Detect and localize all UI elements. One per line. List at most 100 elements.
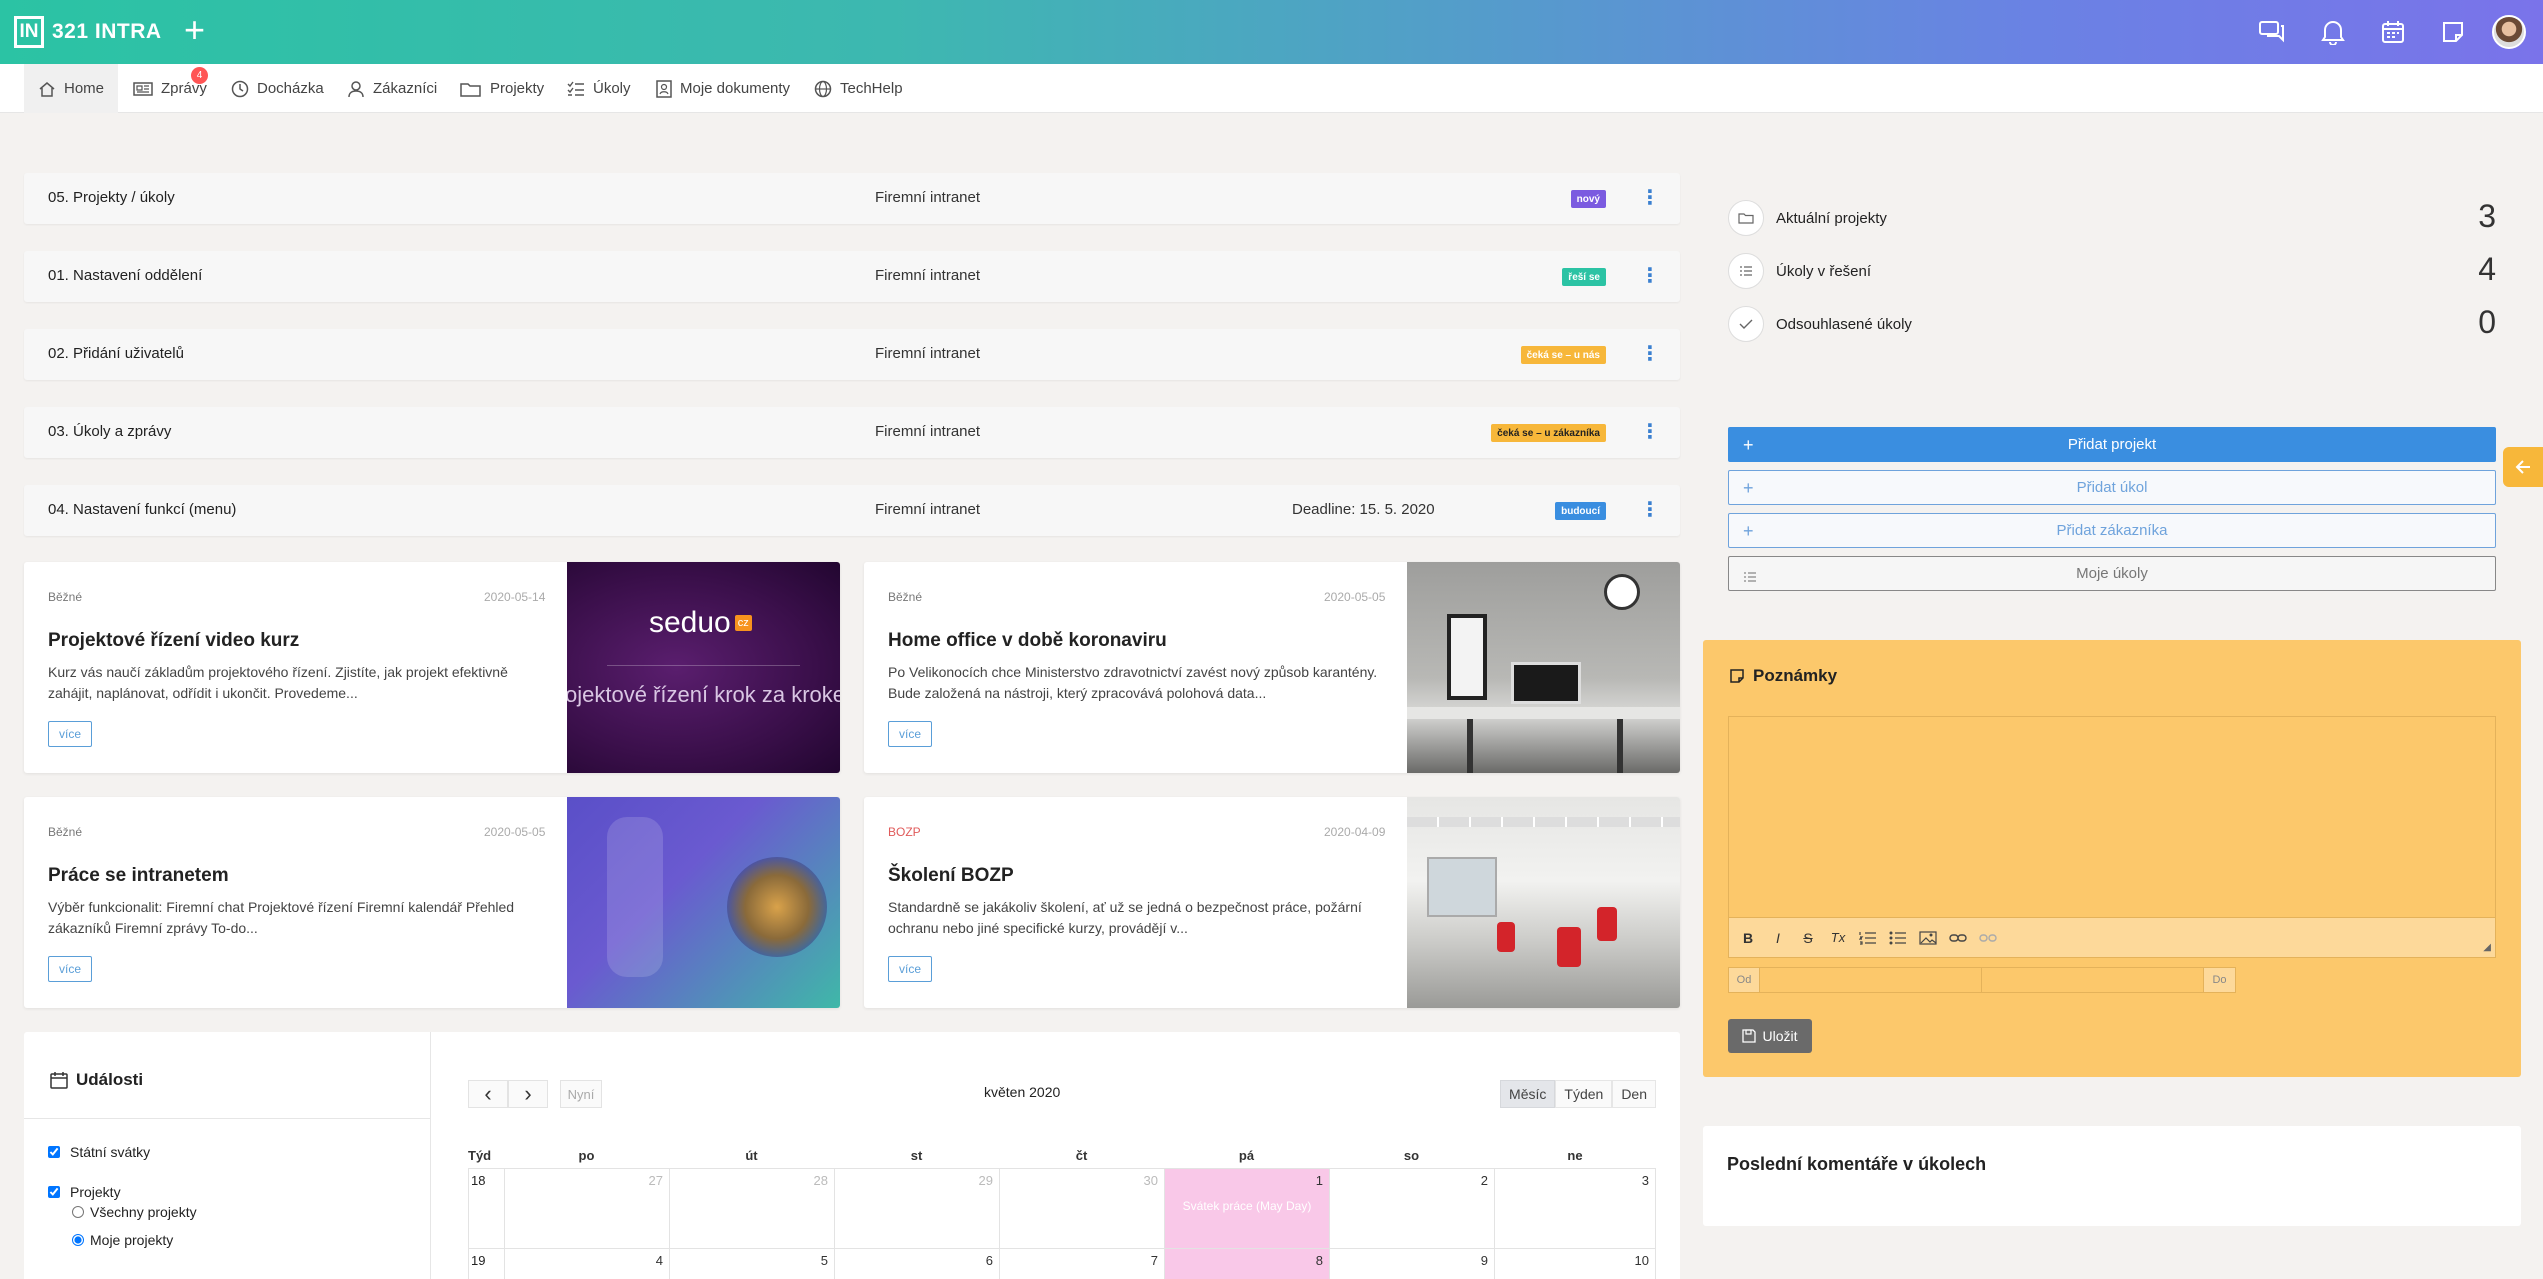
ordered-list-icon[interactable] (1859, 931, 1877, 945)
project-row[interactable]: 01. Nastavení oddělení Firemní intranet … (24, 251, 1680, 302)
project-row[interactable]: 03. Úkoly a zprávy Firemní intranet čeká… (24, 407, 1680, 458)
radio-my-projects[interactable]: Moje projekty (72, 1232, 173, 1248)
collapse-sidebar-tab[interactable] (2503, 447, 2543, 487)
calendar-day[interactable]: 28 (669, 1169, 834, 1248)
calendar-day[interactable]: 5 (669, 1249, 834, 1279)
article-card[interactable]: Běžné 2020-05-05 Práce se intranetem Výb… (24, 797, 840, 1008)
view-day-button[interactable]: Den (1612, 1080, 1656, 1108)
nav-item-zpravy[interactable]: Zprávy 4 (133, 64, 208, 113)
calendar-day[interactable]: 29 (834, 1169, 999, 1248)
more-button[interactable]: více (48, 721, 93, 747)
checkbox[interactable] (48, 1146, 60, 1158)
nav-item-projekty[interactable]: Projekty (460, 64, 544, 113)
project-row[interactable]: 02. Přidání uživatelů Firemní intranet č… (24, 329, 1680, 380)
article-image[interactable] (1407, 797, 1680, 1008)
calendar-day[interactable]: 6 (834, 1249, 999, 1279)
nav-item-moje-dokumenty[interactable]: Moje dokumenty (656, 64, 790, 113)
from-date-input[interactable] (1760, 967, 1982, 993)
link-icon[interactable] (1949, 931, 1967, 945)
nav-item-dochazka[interactable]: Docházka (231, 64, 324, 113)
article-image[interactable]: seduo cz Projektové řízení krok za kroke… (567, 562, 840, 773)
bell-icon[interactable] (2303, 0, 2363, 64)
note-icon[interactable] (2423, 0, 2483, 64)
project-name[interactable]: 03. Úkoly a zprávy (48, 423, 171, 440)
add-project-button[interactable]: + Přidat projekt (1728, 427, 2496, 462)
project-name[interactable]: 04. Nastavení funkcí (menu) (48, 501, 236, 518)
button-label: Přidat projekt (2067, 436, 2157, 453)
prev-month-button[interactable]: ‹ (468, 1080, 508, 1108)
row-menu-icon[interactable]: ⋮ (1640, 339, 1660, 369)
article-title[interactable]: Home office v době koronaviru (888, 630, 1167, 652)
row-menu-icon[interactable]: ⋮ (1640, 495, 1660, 525)
row-menu-icon[interactable]: ⋮ (1640, 417, 1660, 447)
calendar-icon[interactable] (2363, 0, 2423, 64)
quick-add-button[interactable]: + (184, 12, 205, 48)
row-menu-icon[interactable]: ⋮ (1640, 261, 1660, 291)
bullet-list-icon[interactable] (1889, 931, 1907, 945)
more-button[interactable]: více (48, 956, 93, 982)
article-card[interactable]: BOZP 2020-04-09 Školení BOZP Standardně … (864, 797, 1680, 1008)
row-menu-icon[interactable]: ⋮ (1640, 183, 1660, 213)
radio[interactable] (72, 1206, 84, 1218)
save-note-button[interactable]: Uložit (1728, 1019, 1812, 1053)
clear-format-button[interactable]: Tx (1829, 930, 1847, 945)
calendar-day[interactable]: 9 (1329, 1249, 1494, 1279)
nav-item-home[interactable]: Home (24, 64, 119, 113)
image-icon[interactable] (1919, 930, 1937, 945)
strike-button[interactable]: S (1799, 930, 1817, 946)
more-button[interactable]: více (888, 956, 933, 982)
stat-current-projects[interactable]: Aktuální projekty 3 (1728, 196, 2496, 240)
article-title[interactable]: Projektové řízení video kurz (48, 630, 299, 652)
calendar-day[interactable]: 27 (504, 1169, 669, 1248)
calendar-day[interactable]: 2 (1329, 1169, 1494, 1248)
italic-button[interactable]: I (1769, 930, 1787, 946)
nav-item-zakaznici[interactable]: Zákazníci (347, 64, 437, 113)
calendar-day[interactable]: 30 (999, 1169, 1164, 1248)
calendar-grid: Týd po út st čt pá so ne 18 27 28 29 30 … (468, 1148, 1656, 1279)
nav-item-ukoly[interactable]: Úkoly (567, 64, 631, 113)
add-customer-button[interactable]: + Přidat zákazníka (1728, 513, 2496, 548)
today-button[interactable]: Nyní (560, 1080, 602, 1108)
view-month-button[interactable]: Měsíc (1500, 1080, 1556, 1108)
resize-handle[interactable]: ◢ (2483, 942, 2491, 953)
calendar-day[interactable]: 4 (504, 1249, 669, 1279)
notes-editor[interactable] (1728, 716, 2496, 918)
article-title[interactable]: Školení BOZP (888, 865, 1014, 887)
article-card[interactable]: Běžné 2020-05-14 Projektové řízení video… (24, 562, 840, 773)
calendar-week-row: 19 4 5 6 7 8 9 10 (468, 1248, 1656, 1279)
radio-all-projects[interactable]: Všechny projekty (72, 1204, 197, 1220)
to-date-input[interactable] (1982, 967, 2204, 993)
view-week-button[interactable]: Týden (1555, 1080, 1613, 1108)
article-card[interactable]: Běžné 2020-05-05 Home office v době koro… (864, 562, 1680, 773)
radio[interactable] (72, 1234, 84, 1246)
add-task-button[interactable]: + Přidat úkol (1728, 470, 2496, 505)
holiday-event[interactable]: Svátek práce (May Day) (1165, 1199, 1329, 1213)
bold-button[interactable]: B (1739, 930, 1757, 946)
calendar-day[interactable]: 10 (1494, 1249, 1656, 1279)
project-name[interactable]: 02. Přidání uživatelů (48, 345, 184, 362)
next-month-button[interactable]: › (508, 1080, 548, 1108)
chat-icon[interactable] (2243, 0, 2303, 64)
article-image[interactable] (1407, 562, 1680, 773)
filter-projects[interactable]: Projekty (48, 1184, 121, 1200)
calendar-day-holiday[interactable]: 1 Svátek práce (May Day) (1164, 1169, 1329, 1248)
project-row[interactable]: 04. Nastavení funkcí (menu) Firemní intr… (24, 485, 1680, 536)
checkbox[interactable] (48, 1186, 60, 1198)
project-name[interactable]: 01. Nastavení oddělení (48, 267, 202, 284)
app-logo[interactable]: IN 321 INTRA (14, 16, 162, 48)
calendar-day[interactable]: 3 (1494, 1169, 1656, 1248)
user-avatar-button[interactable] (2483, 0, 2543, 64)
project-name[interactable]: 05. Projekty / úkoly (48, 189, 175, 206)
my-tasks-button[interactable]: Moje úkoly (1728, 556, 2496, 591)
nav-item-techhelp[interactable]: TechHelp (814, 64, 903, 113)
calendar-day[interactable]: 7 (999, 1249, 1164, 1279)
stat-approved-tasks[interactable]: Odsouhlasené úkoly 0 (1728, 302, 2496, 346)
stat-tasks-in-progress[interactable]: Úkoly v řešení 4 (1728, 249, 2496, 293)
project-row[interactable]: 05. Projekty / úkoly Firemní intranet no… (24, 173, 1680, 224)
calendar-day[interactable]: 8 (1164, 1249, 1329, 1279)
article-title[interactable]: Práce se intranetem (48, 865, 229, 887)
unlink-icon[interactable] (1979, 931, 1997, 945)
more-button[interactable]: více (888, 721, 933, 747)
filter-state-holidays[interactable]: Státní svátky (48, 1144, 150, 1160)
article-image[interactable] (567, 797, 840, 1008)
